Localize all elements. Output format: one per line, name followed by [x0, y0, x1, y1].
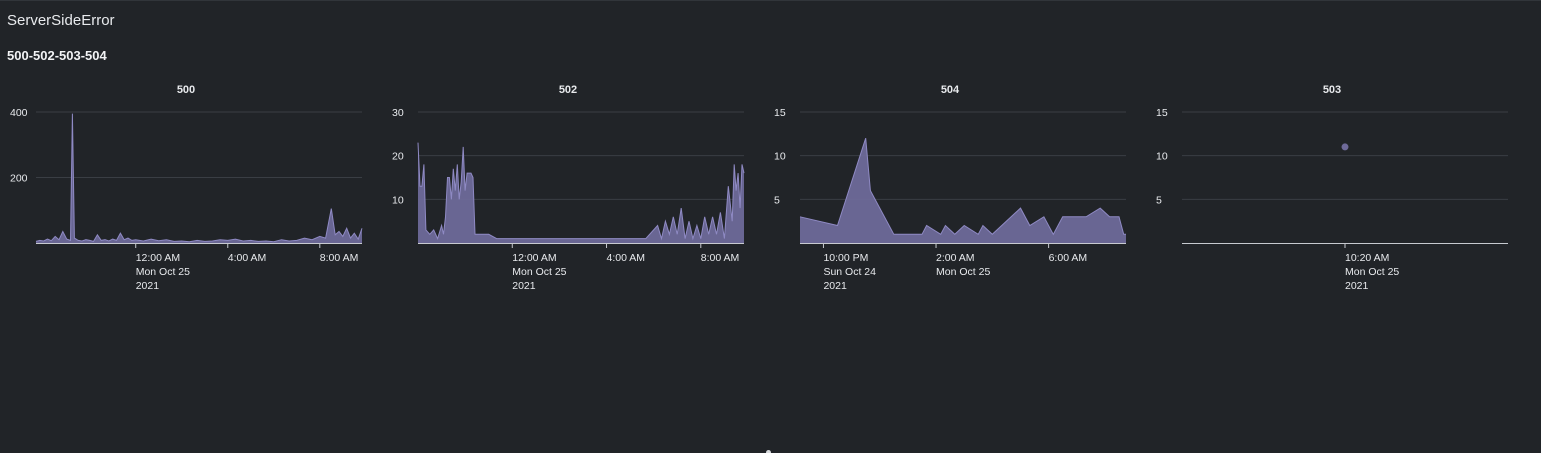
y-tick-label: 10 — [1156, 151, 1168, 163]
x-tick-label: 8:00 AM — [701, 252, 740, 264]
x-tick-label: Mon Oct 25 — [136, 266, 190, 278]
chart-title: 504 — [941, 84, 960, 96]
y-tick-label: 200 — [10, 173, 28, 185]
x-tick-label: Mon Oct 25 — [936, 266, 990, 278]
x-tick-label: 2:00 AM — [936, 252, 975, 264]
dashboard-title: ServerSideError — [7, 12, 115, 29]
y-tick-label: 15 — [774, 107, 786, 119]
x-tick-label: 10:20 AM — [1345, 252, 1389, 264]
chart-title: 502 — [559, 84, 577, 96]
data-point[interactable] — [1341, 143, 1349, 151]
dashboard-page: ServerSideError 500-502-503-504 500 200 40… — [0, 0, 1541, 453]
y-tick-label: 20 — [392, 151, 404, 163]
series-area[interactable] — [418, 142, 744, 243]
x-tick-label: 12:00 AM — [512, 252, 556, 264]
y-tick-label: 5 — [1156, 194, 1162, 206]
y-tick-label: 15 — [1156, 107, 1168, 119]
x-tick-label: Mon Oct 25 — [1345, 266, 1399, 278]
x-tick-label: 2021 — [512, 280, 536, 292]
y-tick-label: 400 — [10, 107, 28, 119]
chart-title: 503 — [1323, 84, 1341, 96]
x-tick-label: 8:00 AM — [320, 252, 359, 264]
x-tick-label: 4:00 AM — [228, 252, 267, 264]
x-tick-label: 6:00 AM — [1049, 252, 1088, 264]
chart-503[interactable]: 503 5 10 15 10:20 AM Mon Oct 25 2021 — [1146, 79, 1526, 299]
x-tick-label: 10:00 PM — [823, 252, 868, 264]
chart-500[interactable]: 500 200 400 12:00 AM Mon Oct 25 2021 4:00 AM 8:… — [0, 79, 380, 299]
chart-title: 500 — [177, 84, 195, 96]
x-tick-label: 2021 — [136, 280, 160, 292]
y-tick-label: 5 — [774, 194, 780, 206]
x-tick-label: 4:00 AM — [607, 252, 646, 264]
x-tick-label: 2021 — [1345, 280, 1369, 292]
x-tick-label: Mon Oct 25 — [512, 266, 566, 278]
x-tick-label: 2021 — [823, 280, 847, 292]
series-area[interactable] — [36, 113, 362, 243]
y-tick-label: 10 — [774, 151, 786, 163]
chart-504[interactable]: 504 5 10 15 10:00 PM Sun Oct 24 2021 2:00 AM Mon… — [764, 79, 1144, 299]
panel-title: 500-502-503-504 — [7, 48, 107, 63]
y-tick-label: 10 — [392, 194, 404, 206]
x-tick-label: 12:00 AM — [136, 252, 180, 264]
y-tick-label: 30 — [392, 107, 404, 119]
x-tick-label: Sun Oct 24 — [823, 266, 876, 278]
chart-502[interactable]: 502 10 20 30 12:00 AM Mon Oct 25 2021 4:00 AM 8:… — [382, 79, 762, 299]
